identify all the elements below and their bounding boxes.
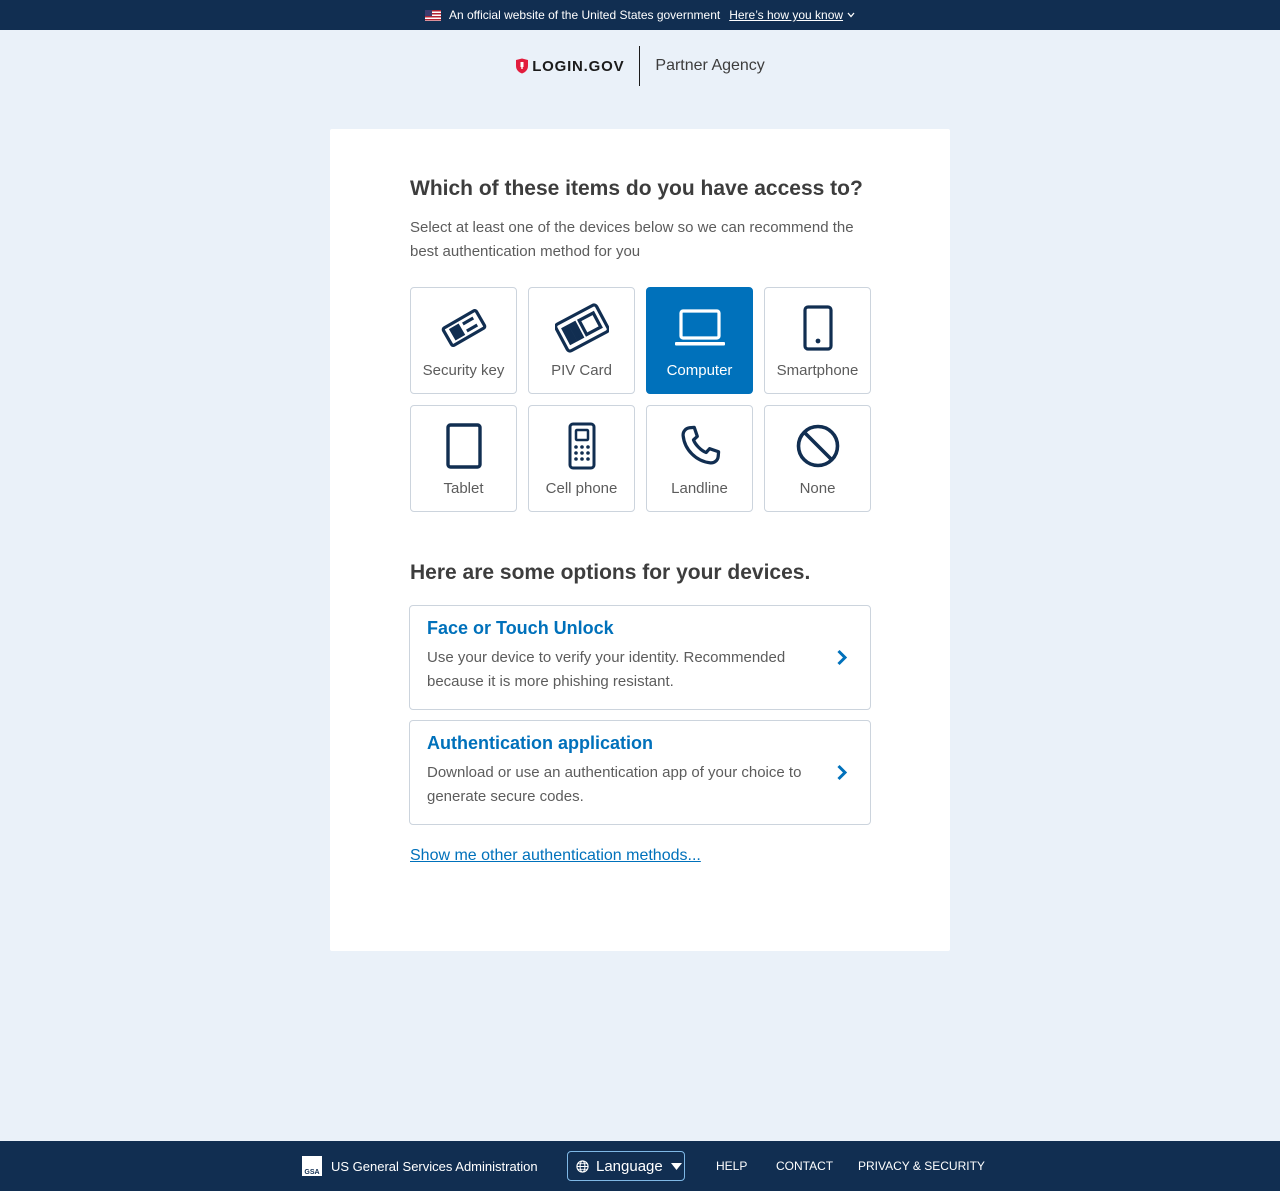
cell-phone-icon (565, 420, 599, 472)
main-card: Which of these items do you have access … (330, 129, 950, 951)
site-footer: GSA US General Services Administration L… (0, 1141, 1280, 1191)
option-description: Download or use an authentication app of… (427, 764, 802, 805)
device-label: Landline (671, 480, 728, 497)
gsa-logo: GSA (302, 1156, 322, 1176)
tablet-icon (444, 420, 484, 472)
laptop-icon (674, 302, 726, 354)
contact-link[interactable]: CONTACT (776, 1159, 833, 1173)
privacy-security-link[interactable]: PRIVACY & SECURITY (858, 1159, 985, 1173)
device-tile-smartphone[interactable]: Smartphone (764, 287, 871, 394)
question-subtitle: Select at least one of the devices below… (410, 219, 854, 260)
option-title: Face or Touch Unlock (427, 618, 614, 638)
show-other-methods-link[interactable]: Show me other authentication methods... (410, 847, 701, 865)
globe-icon (576, 1159, 589, 1173)
device-tile-piv-card[interactable]: PIV Card (528, 287, 635, 394)
logo-text: LOGIN.GOV (532, 57, 625, 75)
options-title: Here are some options for your devices. (410, 561, 811, 584)
device-label: Tablet (443, 480, 484, 497)
partner-agency: Partner Agency (655, 57, 765, 74)
option-face-touch-unlock[interactable]: Face or Touch Unlock Use your device to … (409, 605, 871, 710)
option-title: Authentication application (427, 733, 654, 753)
help-link[interactable]: HELP (716, 1159, 747, 1173)
option-authentication-application[interactable]: Authentication application Download or u… (409, 720, 871, 825)
how-you-know-link[interactable]: Here’s how you know (729, 8, 843, 22)
us-flag-icon (424, 9, 441, 21)
device-tile-security-key[interactable]: Security key (410, 287, 517, 394)
gov-banner-text: An official website of the United States… (448, 8, 721, 22)
gsa-name: US General Services Administration (331, 1158, 538, 1174)
device-label: Smartphone (776, 362, 859, 379)
security-key-icon (439, 302, 489, 354)
piv-card-icon (554, 302, 609, 354)
device-grid: Security key PIV Card Computer Smartphon… (410, 287, 871, 512)
chevron-right-icon (836, 649, 848, 671)
question-title: Which of these items do you have access … (410, 177, 863, 200)
language-selector[interactable]: Language (567, 1151, 685, 1181)
device-label: None (799, 480, 836, 497)
language-label: Language (596, 1157, 663, 1175)
device-label: Cell phone (545, 480, 618, 497)
device-tile-landline[interactable]: Landline (646, 405, 753, 512)
gov-banner: An official website of the United States… (0, 0, 1280, 30)
smartphone-icon (800, 302, 836, 354)
device-label: Computer (666, 362, 733, 379)
option-description: Use your device to verify your identity.… (427, 649, 786, 690)
device-tile-cell-phone[interactable]: Cell phone (528, 405, 635, 512)
site-header: LOGIN.GOV Partner Agency (0, 46, 1280, 86)
chevron-right-icon (836, 764, 848, 786)
login-gov-logo[interactable]: LOGIN.GOV (515, 58, 624, 75)
device-tile-tablet[interactable]: Tablet (410, 405, 517, 512)
device-label: PIV Card (551, 362, 612, 379)
phone-icon (677, 420, 723, 472)
gsa-link[interactable]: GSA US General Services Administration (302, 1156, 538, 1176)
device-tile-none[interactable]: None (764, 405, 871, 512)
shield-icon (516, 58, 529, 74)
device-label: Security key (422, 362, 505, 379)
chevron-down-icon[interactable] (847, 10, 855, 21)
device-tile-computer[interactable]: Computer (646, 287, 753, 394)
caret-down-icon (670, 1162, 682, 1170)
none-icon (795, 420, 841, 472)
header-divider (639, 46, 641, 86)
